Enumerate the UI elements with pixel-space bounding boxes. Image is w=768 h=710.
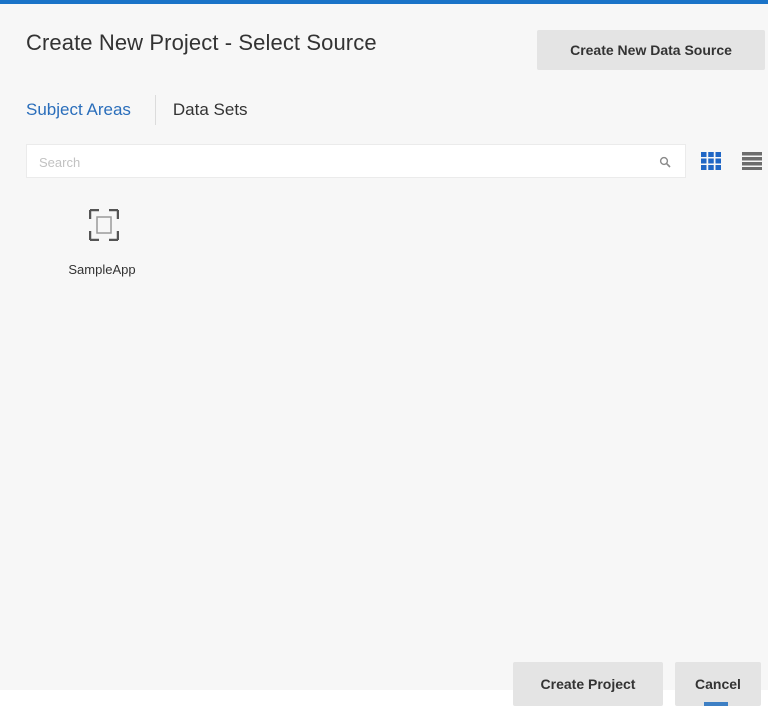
subject-area-icon (89, 209, 119, 241)
subject-area-tile[interactable]: SampleApp (52, 204, 152, 284)
create-new-data-source-button[interactable]: Create New Data Source (537, 30, 765, 70)
tab-data-sets[interactable]: Data Sets (173, 100, 248, 120)
grid-view-icon[interactable] (701, 152, 721, 170)
list-view-icon[interactable] (742, 152, 762, 170)
search-icon[interactable] (659, 156, 671, 168)
tab-subject-areas[interactable]: Subject Areas (26, 100, 131, 120)
subject-area-label: SampleApp (68, 262, 136, 277)
dialog-title: Create New Project - Select Source (26, 30, 377, 55)
search-input[interactable] (37, 145, 641, 179)
cancel-button[interactable]: Cancel (675, 662, 761, 706)
search-box (26, 144, 686, 179)
create-project-button[interactable]: Create Project (513, 662, 663, 706)
source-tabs: Subject Areas Data Sets (26, 95, 248, 125)
create-project-dialog: Create New Project - Select Source Creat… (0, 0, 768, 706)
tab-divider (154, 95, 156, 125)
corner-indicator (704, 702, 728, 706)
